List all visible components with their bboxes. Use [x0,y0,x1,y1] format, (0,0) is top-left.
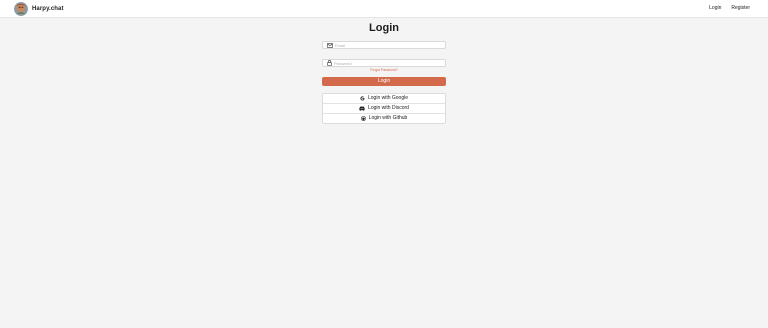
lock-icon [327,60,332,66]
login-button[interactable]: Login [322,77,446,87]
github-icon [360,116,366,122]
login-with-github-label: Login with Github [368,115,408,122]
oauth-button-group: Login with Google Login with Discord Log… [322,93,446,125]
login-with-google-label: Login with Google [367,95,409,102]
brand[interactable]: Harpy.chat [14,1,64,16]
google-icon [360,96,365,101]
brand-name: Harpy.chat [32,5,64,12]
forgot-password-link[interactable]: Forgot Password? [322,68,446,72]
mail-icon [327,42,333,48]
header-nav: Login Register [709,0,750,17]
login-panel: Login Forgot Password? Login Login with … [322,22,446,125]
login-with-github-button[interactable]: Login with Github [323,113,445,123]
top-navbar: Harpy.chat Login Register [0,0,768,17]
login-with-google-button[interactable]: Login with Google [323,94,445,103]
brand-logo [14,1,28,16]
page-title: Login [369,22,399,34]
password-field[interactable] [322,59,446,67]
password-input[interactable] [334,60,434,66]
nav-login-link[interactable]: Login [709,6,721,11]
nav-register-link[interactable]: Register [731,6,750,11]
login-with-discord-button[interactable]: Login with Discord [323,103,445,113]
discord-icon [359,106,365,112]
email-field[interactable] [322,41,446,49]
login-with-discord-label: Login with Discord [368,105,409,112]
email-input[interactable] [335,42,435,48]
